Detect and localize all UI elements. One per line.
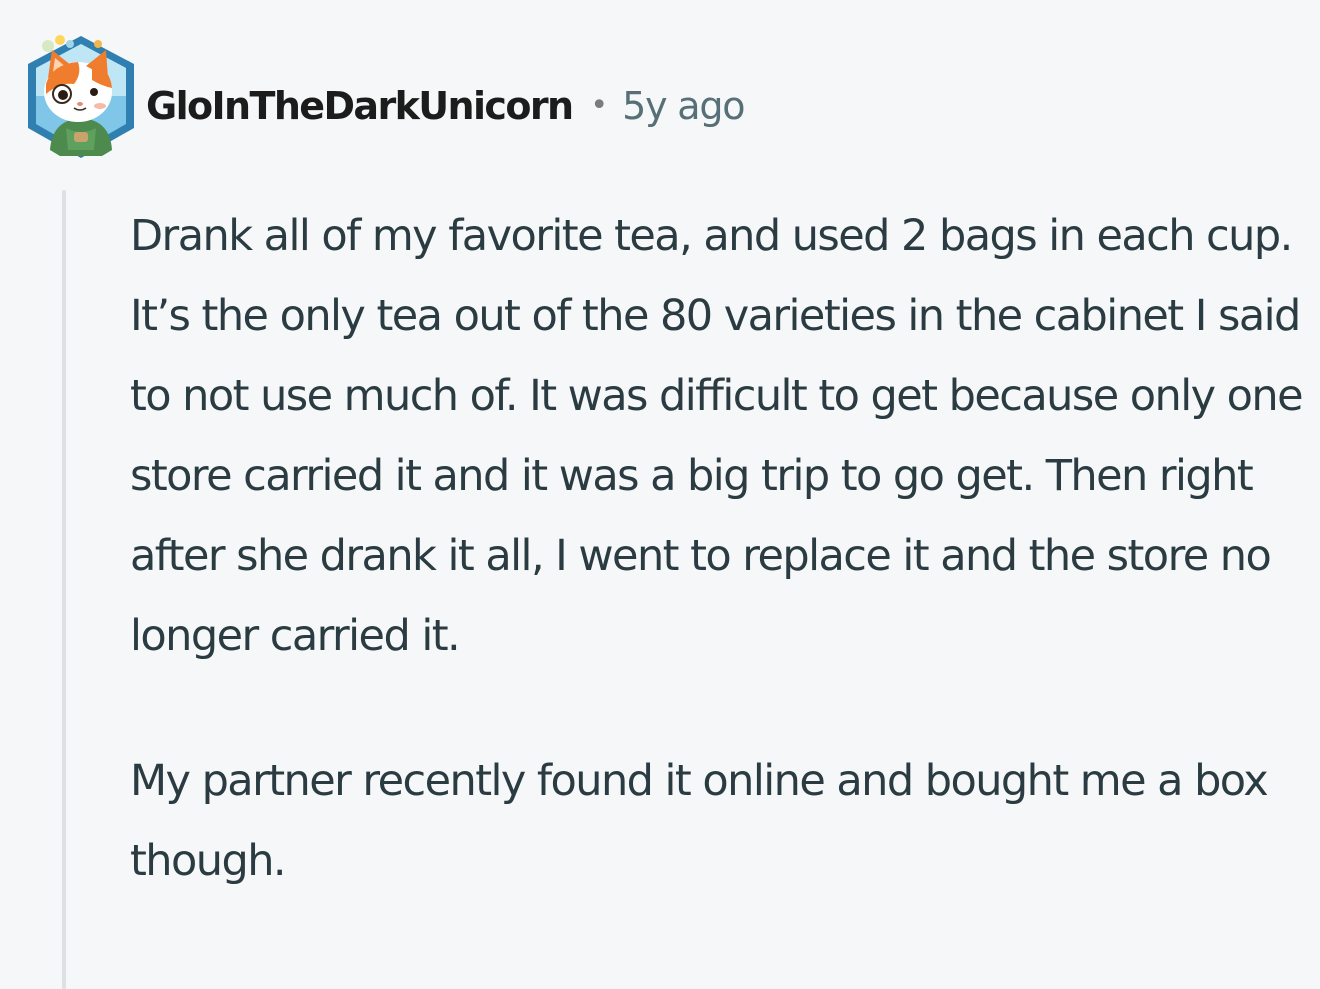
user-avatar[interactable] — [22, 28, 140, 164]
comment-paragraph: Drank all of my favorite tea, and used 2… — [130, 211, 1304, 661]
username-link[interactable]: GloInTheDarkUnicorn — [146, 84, 574, 128]
comment: GloInTheDarkUnicorn • 5y ago Drank all o… — [0, 0, 1320, 989]
meta-separator: • — [590, 88, 609, 123]
comment-header: GloInTheDarkUnicorn • 5y ago — [146, 76, 746, 136]
comment-paragraph: My partner recently found it online and … — [130, 756, 1269, 886]
thread-collapse-line[interactable] — [62, 190, 66, 989]
cat-hexagon-avatar-icon — [28, 35, 134, 158]
comment-body: Drank all of my favorite tea, and used 2… — [130, 196, 1315, 901]
timestamp[interactable]: 5y ago — [622, 84, 745, 128]
